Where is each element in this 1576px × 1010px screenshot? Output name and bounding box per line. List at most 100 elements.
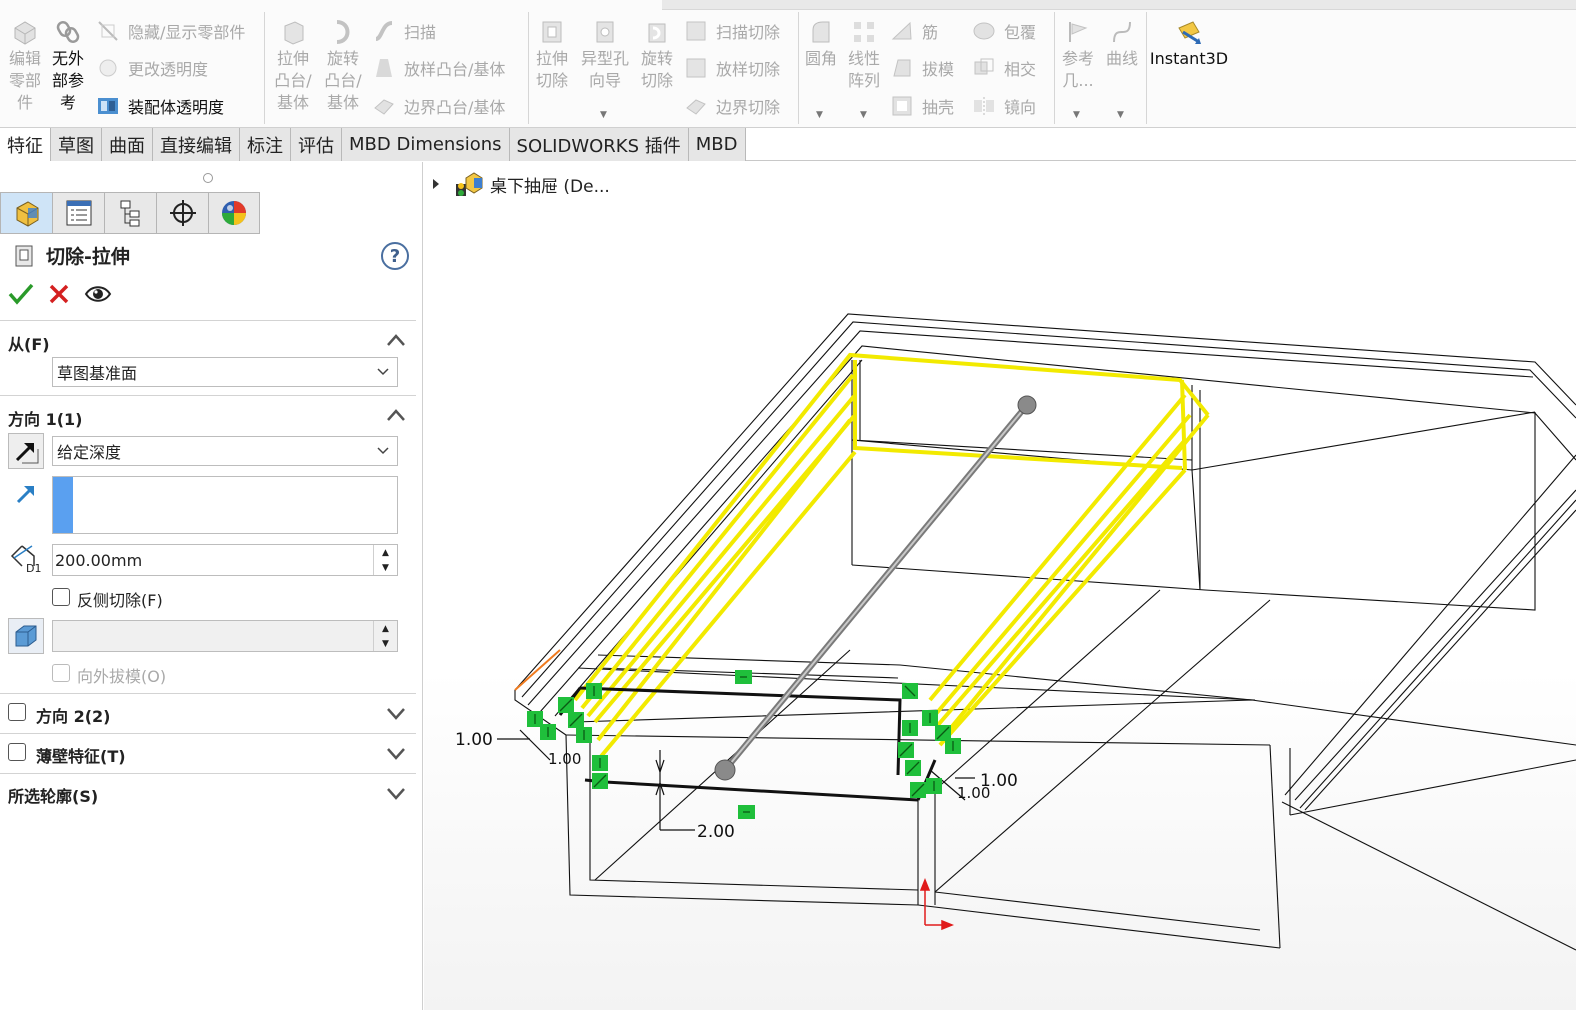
revolve-cut-button[interactable]: 旋转 切除 bbox=[636, 18, 678, 92]
help-button[interactable]: ? bbox=[381, 242, 409, 270]
extrude-cut-icon bbox=[542, 21, 562, 43]
from-section: 从(F) 草图基准面 bbox=[0, 320, 416, 395]
fillet-button[interactable]: 圆角 bbox=[802, 18, 840, 70]
ok-button[interactable] bbox=[8, 282, 34, 310]
curves-button[interactable]: 曲线 bbox=[1102, 18, 1142, 70]
dimension-value[interactable]: 1.00 bbox=[455, 730, 493, 750]
chevron-down-icon[interactable] bbox=[386, 746, 406, 760]
chevron-up-icon[interactable] bbox=[386, 408, 406, 422]
direction2-section[interactable]: 方向 2(2) bbox=[0, 693, 416, 733]
thin-feature-checkbox[interactable] bbox=[8, 743, 26, 761]
hole-wizard-button[interactable]: 异型孔 向导 bbox=[578, 18, 632, 92]
tab-markup[interactable]: 标注 bbox=[240, 128, 291, 161]
rib-icon bbox=[891, 21, 912, 40]
end-condition-select[interactable]: 给定深度 bbox=[52, 436, 398, 466]
instant3d-icon bbox=[1178, 21, 1201, 44]
mirror-icon bbox=[974, 97, 994, 115]
tab-evaluate[interactable]: 评估 bbox=[291, 128, 342, 161]
linear-pattern-icon bbox=[854, 22, 874, 42]
chevron-down-icon[interactable] bbox=[386, 786, 406, 800]
appearance-sphere-icon bbox=[222, 201, 246, 225]
panel-drag-handle[interactable] bbox=[203, 173, 213, 183]
draft-button[interactable]: 拔模 bbox=[890, 53, 954, 83]
tab-direct-editing[interactable]: 直接编辑 bbox=[153, 128, 240, 161]
selected-contours-section[interactable]: 所选轮廓(S) bbox=[0, 773, 416, 813]
assembly-transparency-button[interactable]: 装配体透明度 bbox=[96, 91, 224, 121]
direction2-checkbox[interactable] bbox=[8, 703, 26, 721]
increment-arrow-icon[interactable]: ▲ bbox=[374, 545, 397, 560]
configuration-tree-icon bbox=[120, 200, 139, 227]
draft-icon bbox=[15, 625, 37, 647]
tab-solidworks-addins[interactable]: SOLIDWORKS 插件 bbox=[509, 128, 689, 161]
intersect-button[interactable]: 相交 bbox=[972, 53, 1036, 83]
extrude-cut-button[interactable]: 拉伸 切除 bbox=[532, 18, 572, 92]
extrude-boss-icon bbox=[284, 21, 304, 45]
tab-mbd[interactable]: MBD bbox=[688, 128, 746, 161]
draft-outward-label: 向外拔模(O) bbox=[77, 667, 167, 686]
direction1-section-header[interactable]: 方向 1(1) bbox=[8, 406, 82, 430]
reference-geometry-button[interactable]: 参考 几... bbox=[1058, 18, 1098, 92]
command-manager-ribbon: 编辑 零部 件 无外 部参 考 隐藏/显示零部件 更改透明度 装配体透明度 拉伸… bbox=[0, 0, 1576, 128]
preview-button[interactable] bbox=[84, 283, 112, 309]
sweep-cut-button[interactable]: 扫描切除 bbox=[684, 16, 780, 46]
cancel-button[interactable] bbox=[48, 283, 70, 309]
tab-features[interactable]: 特征 bbox=[0, 128, 51, 161]
boundary-cut-button[interactable]: 边界切除 bbox=[684, 91, 780, 121]
extrude-boss-button[interactable]: 拉伸 凸台/ 基体 bbox=[272, 18, 314, 114]
edit-part-button[interactable]: 编辑 零部 件 bbox=[6, 18, 44, 114]
command-tabs: 特征 草图 曲面 直接编辑 标注 评估 MBD Dimensions SOLID… bbox=[0, 128, 1576, 161]
dimension-value[interactable]: 2.00 bbox=[697, 822, 735, 842]
dimxpert-manager-tab[interactable] bbox=[156, 192, 208, 234]
sweep-button[interactable]: 扫描 bbox=[372, 16, 436, 46]
decrement-arrow-icon[interactable]: ▼ bbox=[374, 560, 397, 575]
reverse-direction-button[interactable] bbox=[8, 433, 44, 469]
direction-vector-selection-box[interactable] bbox=[52, 476, 398, 534]
increment-arrow-icon[interactable]: ▲ bbox=[374, 621, 397, 636]
dimension-value[interactable]: 1.00 bbox=[548, 750, 581, 768]
linear-pattern-button[interactable]: 线性 阵列 bbox=[844, 18, 884, 92]
loft-boss-button[interactable]: 放样凸台/基体 bbox=[372, 53, 505, 83]
tab-sketch[interactable]: 草图 bbox=[51, 128, 102, 161]
hole-wizard-icon bbox=[596, 21, 614, 43]
depth-input[interactable]: 200.00mm ▲ ▼ bbox=[52, 544, 398, 576]
chevron-down-icon[interactable] bbox=[386, 706, 406, 720]
draft-outward-checkbox[interactable] bbox=[52, 664, 70, 682]
flip-side-to-cut-checkbox[interactable] bbox=[52, 588, 70, 606]
tab-mbd-dimensions[interactable]: MBD Dimensions bbox=[342, 128, 510, 161]
boundary-boss-button[interactable]: 边界凸台/基体 bbox=[372, 91, 505, 121]
flip-side-to-cut-label: 反侧切除(F) bbox=[77, 591, 163, 610]
tab-surfaces[interactable]: 曲面 bbox=[102, 128, 153, 161]
checkmark-icon bbox=[8, 283, 34, 305]
change-transparency-button[interactable]: 更改透明度 bbox=[96, 53, 208, 83]
decrement-arrow-icon[interactable]: ▼ bbox=[374, 636, 397, 651]
loft-cut-button[interactable]: 放样切除 bbox=[684, 53, 780, 83]
revolve-boss-button[interactable]: 旋转 凸台/ 基体 bbox=[322, 18, 364, 114]
ribbon-top-strip bbox=[662, 0, 1576, 10]
chevron-up-icon[interactable] bbox=[386, 333, 406, 347]
from-section-header[interactable]: 从(F) bbox=[8, 331, 50, 355]
property-list-icon bbox=[66, 200, 91, 226]
edit-part-icon bbox=[14, 21, 36, 45]
shell-button[interactable]: 抽壳 bbox=[890, 91, 954, 121]
property-manager-tab[interactable] bbox=[52, 192, 104, 234]
hide-show-components-button[interactable]: 隐藏/显示零部件 bbox=[96, 16, 245, 46]
manager-tabs bbox=[0, 192, 260, 234]
reverse-direction-icon bbox=[15, 443, 39, 464]
draft-angle-input[interactable]: ▲ ▼ bbox=[52, 620, 398, 652]
no-external-references-button[interactable]: 无外 部参 考 bbox=[48, 18, 88, 114]
wrap-button[interactable]: 包覆 bbox=[972, 16, 1036, 46]
direction1-section: 方向 1(1) 给定深度 D1 200.00mm ▲▼ 反侧切除(F) ▲▼ bbox=[0, 395, 416, 693]
feature-manager-tab[interactable] bbox=[0, 192, 52, 234]
mirror-button[interactable]: 镜向 bbox=[972, 91, 1036, 121]
configuration-manager-tab[interactable] bbox=[104, 192, 156, 234]
display-manager-tab[interactable] bbox=[208, 192, 260, 234]
thin-feature-section[interactable]: 薄壁特征(T) bbox=[0, 733, 416, 773]
from-start-condition-select[interactable]: 草图基准面 bbox=[52, 357, 398, 387]
depth-icon: D1 bbox=[8, 542, 46, 578]
instant3d-button[interactable]: Instant3D bbox=[1150, 18, 1228, 70]
draft-toggle-button[interactable] bbox=[8, 618, 44, 654]
curves-icon bbox=[1113, 21, 1131, 43]
revolve-boss-icon bbox=[336, 20, 350, 44]
rib-button[interactable]: 筋 bbox=[890, 16, 938, 46]
dimension-value[interactable]: 1.00 bbox=[957, 784, 990, 802]
